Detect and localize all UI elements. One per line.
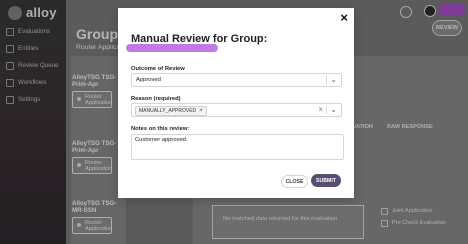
outcome-label: Outcome of Review xyxy=(131,66,185,72)
chevron-down-icon[interactable]: ⌄ xyxy=(330,105,337,114)
submit-button[interactable]: SUBMIT xyxy=(311,174,341,187)
clear-selection-icon[interactable]: × xyxy=(318,105,323,114)
reason-chip-text: MANUALLY_APPROVED xyxy=(139,108,197,114)
outcome-select[interactable]: Approved ⌄ xyxy=(131,73,342,87)
notes-label: Notes on this review: xyxy=(131,126,190,132)
title-redaction-highlight xyxy=(126,44,218,52)
manual-review-modal: × Manual Review for Group: Outcome of Re… xyxy=(118,8,354,198)
chevron-down-icon[interactable]: ⌄ xyxy=(330,75,337,84)
reason-chip[interactable]: MANUALLY_APPROVED × xyxy=(135,106,207,116)
remove-chip-icon[interactable]: × xyxy=(199,108,203,114)
reason-select[interactable]: MANUALLY_APPROVED × × ⌄ xyxy=(131,103,342,117)
notes-textarea[interactable]: Customer approved. xyxy=(131,134,344,160)
close-button[interactable]: CLOSE xyxy=(281,175,308,188)
outcome-value: Approved xyxy=(136,77,161,83)
select-separator xyxy=(326,76,327,84)
select-separator xyxy=(326,106,327,114)
reason-label: Reason (required) xyxy=(131,96,181,102)
close-icon[interactable]: × xyxy=(340,11,348,24)
